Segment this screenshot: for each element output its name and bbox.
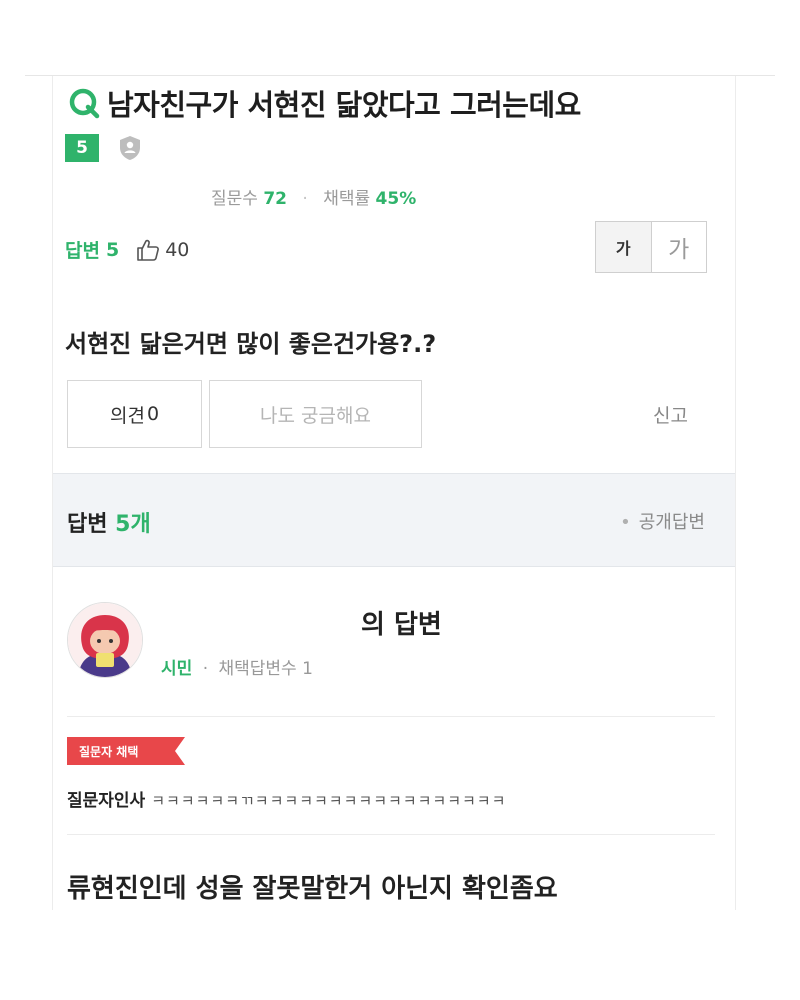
divider xyxy=(67,716,715,717)
opinion-count: 0 xyxy=(146,403,160,425)
thumbs-up-icon[interactable] xyxy=(135,237,161,263)
curious-button[interactable]: 나도 궁금해요 xyxy=(209,380,422,448)
greeting-text: ㅋㅋㅋㅋㅋㅋㄲㅋㅋㅋㅋㅋㅋㅋㅋㅋㅋㅋㅋㅋㅋㅋㅋㅋ xyxy=(151,792,507,810)
font-size-toggle: 가 가 xyxy=(595,221,707,273)
question-body: 서현진 닮은거면 많이 좋은건가용?.? xyxy=(65,330,437,358)
answers-title-prefix: 답변 xyxy=(67,512,108,537)
font-small-button[interactable]: 가 xyxy=(596,222,652,272)
questions-count: 72 xyxy=(263,189,287,209)
questions-label: 질문수 xyxy=(211,189,258,209)
asker-greeting: 질문자인사 ㅋㅋㅋㅋㅋㅋㄲㅋㅋㅋㅋㅋㅋㅋㅋㅋㅋㅋㅋㅋㅋㅋㅋㅋ xyxy=(67,786,506,811)
shield-icon xyxy=(117,134,143,162)
avatar[interactable] xyxy=(67,602,143,678)
answers-title-count: 5개 xyxy=(115,512,151,537)
opinion-label: 의견 xyxy=(109,404,145,427)
opinion-button[interactable]: 의견 0 xyxy=(67,380,202,448)
answer-like-row: 답변 5 40 xyxy=(65,236,189,263)
question-title: 남자친구가 서현진 닮았다고 그러는데요 xyxy=(107,88,581,122)
answers-section-title: 답변 5개 xyxy=(67,506,151,538)
adoption-rate: 45% xyxy=(375,189,417,209)
q-icon xyxy=(67,86,101,120)
author-role: 시민 xyxy=(161,659,193,679)
separator-dot: · xyxy=(202,659,209,679)
font-large-button[interactable]: 가 xyxy=(651,222,706,272)
answer-author-meta: 시민 · 채택답변수 1 xyxy=(161,654,313,679)
divider xyxy=(67,834,715,835)
answer-author-title: 의 답변 xyxy=(361,610,442,640)
report-link[interactable]: 신고 xyxy=(653,401,688,428)
like-count: 40 xyxy=(165,238,190,261)
separator-dot: · xyxy=(302,189,308,209)
public-answer-filter[interactable]: • 공개답변 xyxy=(620,508,705,534)
answer-body: 류현진인데 성을 잘못말한거 아닌지 확인좀요 xyxy=(67,874,558,904)
public-answer-label: 공개답변 xyxy=(638,512,705,533)
answers-section-header: 답변 5개 • 공개답변 xyxy=(53,473,735,567)
answers-count: 5 xyxy=(105,238,120,261)
greeting-label: 질문자인사 xyxy=(67,791,146,811)
bullet-dot: • xyxy=(620,512,631,533)
qna-card: 남자친구가 서현진 닮았다고 그러는데요 5 질문수 72 · 채택률 45% … xyxy=(52,76,736,910)
asker-badges: 5 xyxy=(65,134,143,162)
level-badge: 5 xyxy=(65,134,99,162)
asker-stats: 질문수 72 · 채택률 45% xyxy=(211,184,416,209)
author-adopted-count: 채택답변수 1 xyxy=(218,659,313,679)
question-header: 남자친구가 서현진 닮았다고 그러는데요 xyxy=(67,82,581,124)
chosen-by-asker-label: 질문자 채택 xyxy=(79,744,138,759)
chosen-by-asker-badge: 질문자 채택 xyxy=(67,737,185,765)
answers-label: 답변 xyxy=(65,240,100,262)
adoption-label: 채택률 xyxy=(323,189,371,209)
